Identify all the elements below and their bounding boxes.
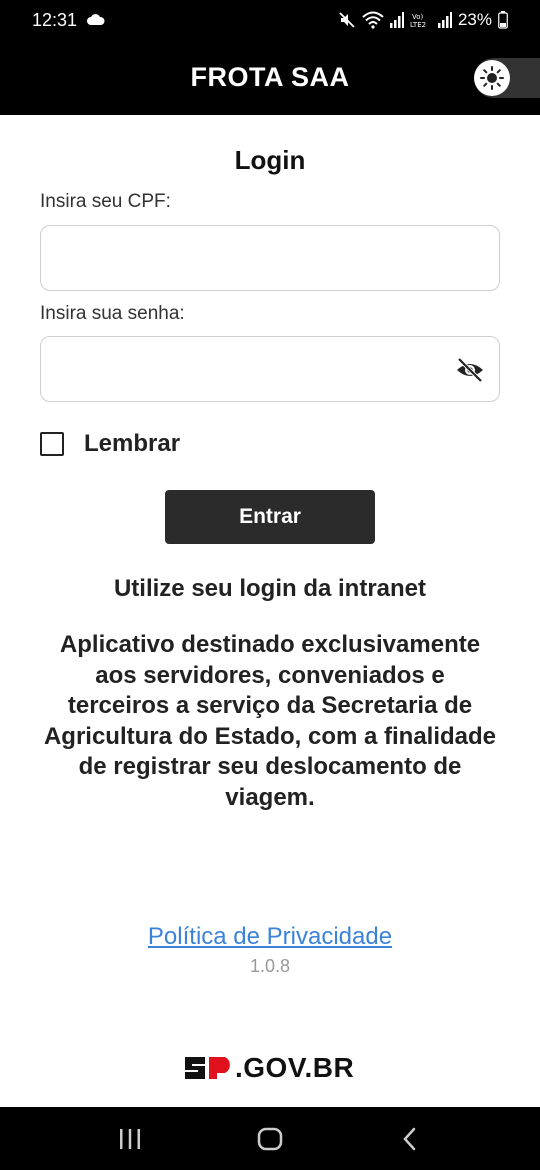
home-icon: [257, 1127, 283, 1150]
app-description: Aplicativo destinado exclusivamente aos …: [30, 630, 510, 813]
app-title: FROTA SAA: [190, 62, 350, 92]
theme-toggle-knob[interactable]: [474, 60, 510, 96]
privacy-policy-link[interactable]: Política de Privacidade: [0, 923, 540, 951]
description-line: Aplicativo destinado exclusivamente: [59, 631, 481, 658]
recent-apps-icon: [120, 1128, 140, 1149]
password-input[interactable]: [41, 337, 499, 401]
password-label: Insira sua senha:: [40, 303, 185, 324]
description-line: de registrar seu deslocamento de: [78, 753, 462, 780]
app-version: 1.0.8: [249, 956, 291, 976]
remember-checkbox[interactable]: [40, 432, 64, 456]
svg-text:Vo): Vo): [412, 13, 424, 21]
system-nav-bar: [0, 1107, 540, 1170]
cloud-icon: [87, 14, 105, 25]
svg-text:LTE2: LTE2: [410, 21, 426, 29]
back-icon: [403, 1127, 416, 1150]
sp-logo-mark: [185, 1057, 230, 1079]
app-bar: FROTA SAA: [0, 40, 540, 115]
sun-icon: [480, 66, 504, 90]
battery-percent: 23%: [457, 10, 492, 29]
recent-apps-button[interactable]: [110, 1119, 150, 1159]
battery-icon: [498, 11, 508, 29]
remember-label[interactable]: Lembrar: [84, 430, 180, 458]
password-field-container[interactable]: [40, 336, 500, 402]
description-line: terceiros a serviço da Secretaria de: [67, 692, 473, 719]
wifi-icon: [362, 11, 384, 29]
status-left: 12:31: [32, 10, 105, 31]
description-line: viagem.: [225, 783, 315, 811]
sp-gov-logo: .GOV.BR: [183, 1052, 355, 1083]
cpf-input[interactable]: [41, 226, 499, 290]
status-time: 12:31: [32, 9, 78, 30]
signal-icon: [389, 12, 404, 28]
intranet-hint: Utilize seu login da intranet: [113, 575, 427, 602]
cpf-field-container[interactable]: [40, 225, 500, 291]
home-button[interactable]: [250, 1119, 290, 1159]
back-button[interactable]: [390, 1119, 430, 1159]
signal-2-icon: [437, 12, 452, 28]
status-right: Vo) LTE2 23%: [338, 10, 508, 30]
mute-icon: [339, 12, 355, 28]
page-title: Login: [234, 145, 306, 175]
eye-off-icon[interactable]: [455, 356, 485, 384]
volte-icon: Vo) LTE2: [410, 13, 426, 29]
remember-me[interactable]: Lembrar: [40, 430, 180, 458]
description-line: aos servidores, conveniados e: [95, 661, 445, 689]
enter-button[interactable]: Entrar: [165, 490, 375, 544]
description-line: Agricultura do Estado, com a finalidade: [43, 722, 497, 750]
brand-text: .GOV.BR: [235, 1052, 355, 1083]
status-bar: 12:31 Vo) LTE2 23%: [0, 0, 540, 40]
cpf-label: Insira seu CPF:: [40, 191, 171, 212]
theme-toggle[interactable]: [474, 58, 540, 98]
